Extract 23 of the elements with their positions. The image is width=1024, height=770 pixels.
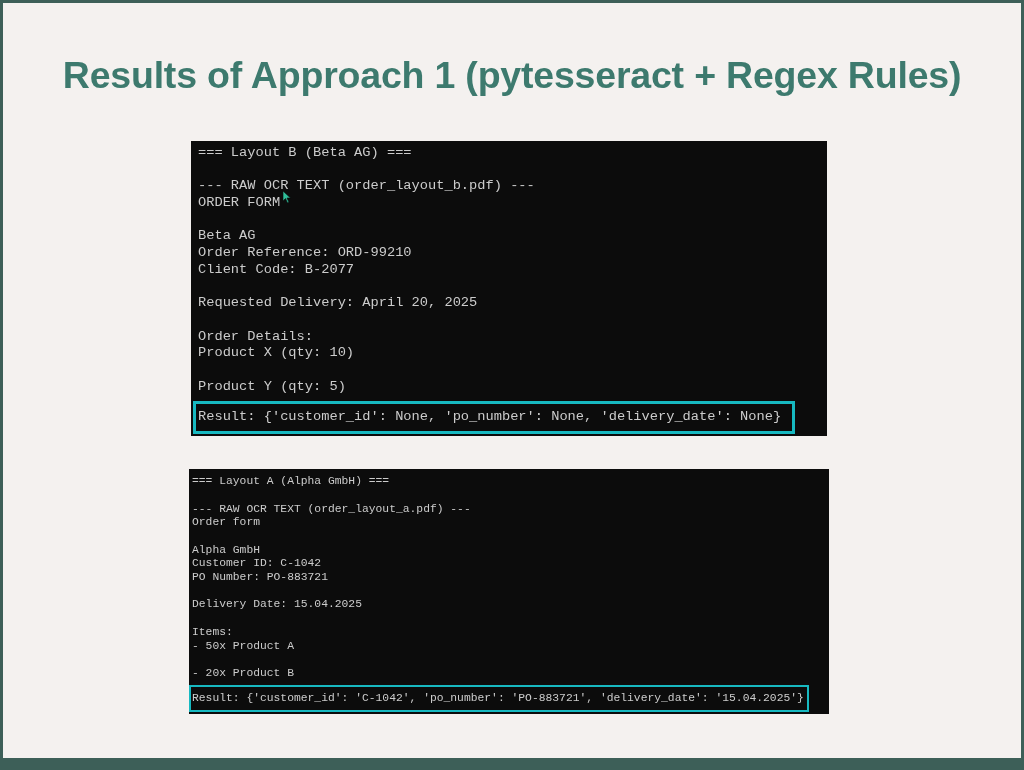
terminal-line: Alpha GmbH xyxy=(192,543,260,558)
terminal-line: Client Code: B-2077 xyxy=(198,261,355,279)
terminal-line: PO Number: PO-883721 xyxy=(192,571,328,585)
terminal-line: Beta AG xyxy=(198,228,256,246)
terminal-line: Customer ID: C-1042 xyxy=(192,557,322,572)
terminal-line: --- RAW OCR TEXT (order_layout_a.pdf) --- xyxy=(192,502,471,517)
terminal-line: Order form xyxy=(192,516,260,530)
terminal-line: Requested Delivery: April 20, 2025 xyxy=(198,295,478,312)
terminal-line: - 20x Product B xyxy=(192,666,294,681)
terminal-line: Items: xyxy=(192,625,233,640)
terminal-line: Order Reference: ORD-99210 xyxy=(198,245,412,262)
slide-title: Results of Approach 1 (pytesseract + Regex Rules) xyxy=(62,53,962,98)
terminal-line: === Layout B (Beta AG) === xyxy=(198,145,412,162)
terminal-line: Order Details: xyxy=(198,328,313,346)
result-output: Result: {'customer_id': 'C-1042', 'po_number': 'PO-883721', 'delivery_date': '15.04.2025'} xyxy=(189,684,809,713)
result-output: Result: {'customer_id': None, 'po_number': None, 'delivery_date': None} xyxy=(193,401,796,435)
terminal-line: - 50x Product A xyxy=(192,639,294,654)
terminal-line: --- RAW OCR TEXT (order_layout_b.pdf) --- xyxy=(198,178,535,196)
terminal-line: ORDER FORM xyxy=(198,195,281,212)
terminal-line: Delivery Date: 15.04.2025 xyxy=(192,598,362,613)
terminal-line: === Layout A (Alpha GmbH) === xyxy=(192,475,390,489)
terminal-line: Product X (qty: 10) xyxy=(198,345,355,363)
terminal-line: Product Y (qty: 5) xyxy=(198,378,346,396)
